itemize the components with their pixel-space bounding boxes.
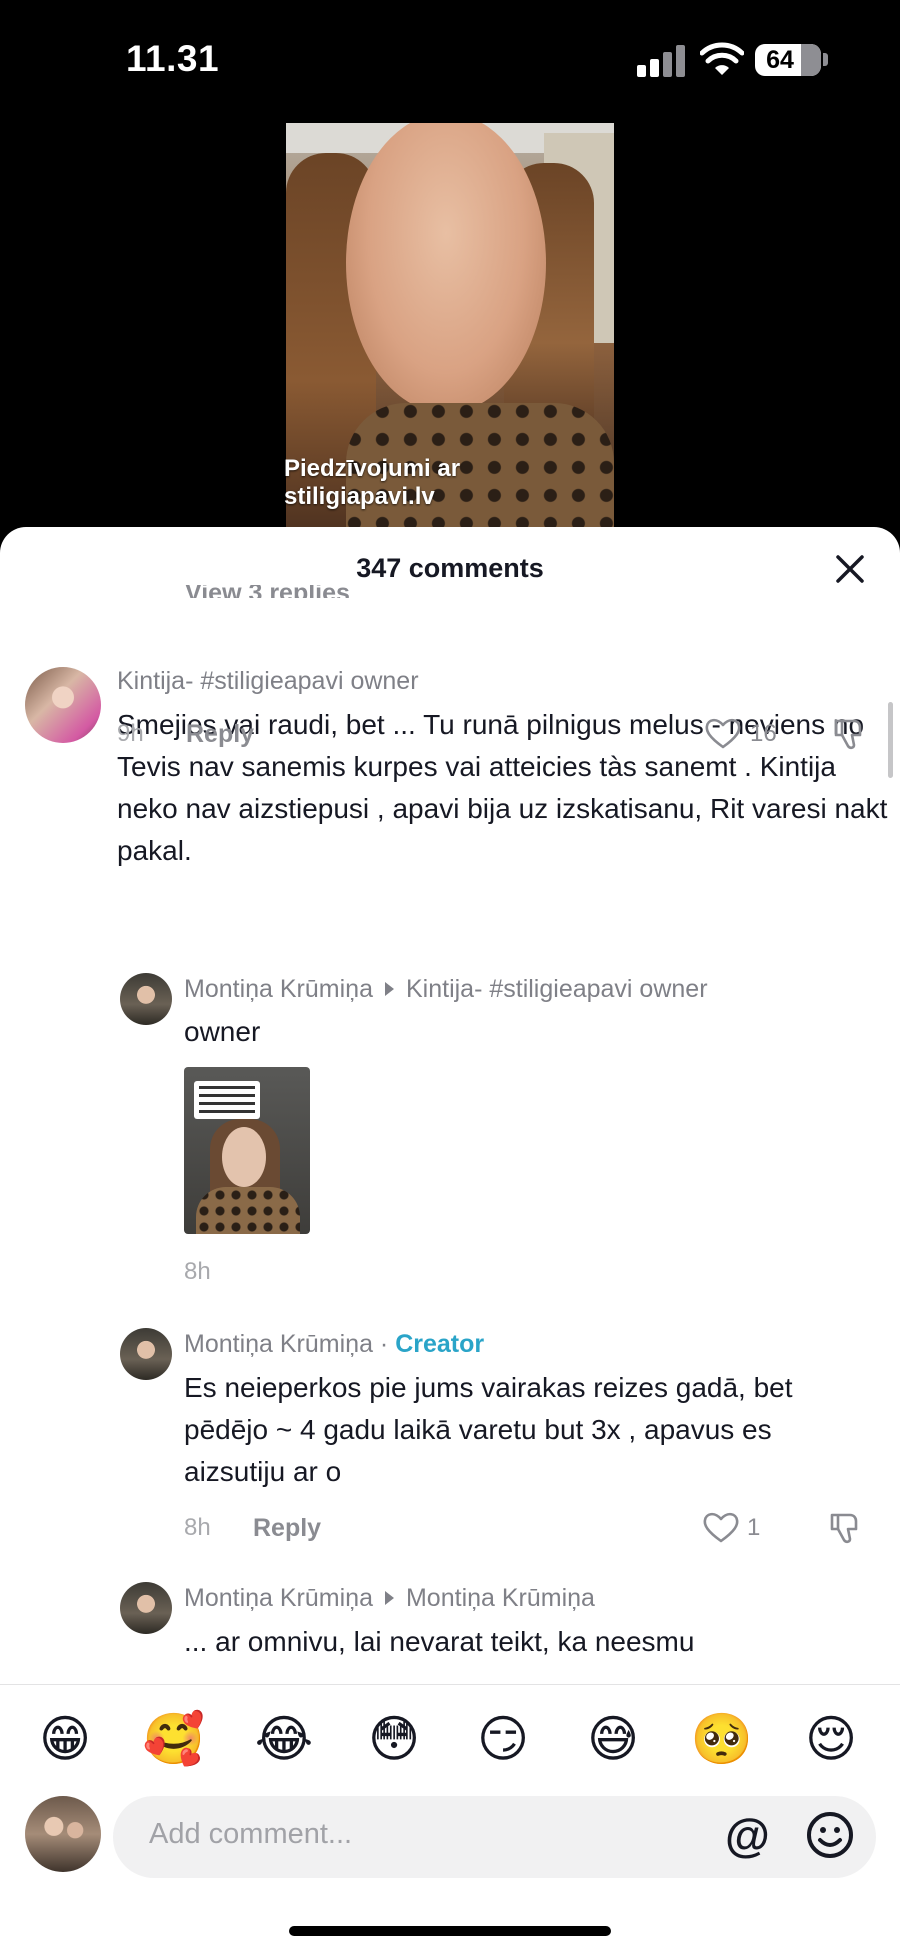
close-icon[interactable] — [830, 549, 870, 589]
wifi-icon — [700, 42, 744, 75]
emoji-flushed-button[interactable]: 😳 — [362, 1709, 426, 1769]
battery-level: 64 — [766, 46, 794, 74]
video-caption: Piedzīvojumi ar stiligiapavi.lv — [284, 455, 460, 511]
home-indicator[interactable] — [289, 1926, 611, 1936]
reply-author[interactable]: Montiņa Krūmiņa · Creator — [184, 1330, 484, 1359]
comment-input-placeholder: Add comment... — [149, 1818, 353, 1850]
dislike-icon[interactable] — [828, 1511, 862, 1545]
comment-time: 8h — [184, 1258, 211, 1285]
avatar[interactable] — [25, 667, 101, 743]
battery-icon: 64 — [755, 44, 821, 76]
battery-tip — [823, 53, 828, 66]
dislike-icon[interactable] — [832, 717, 866, 751]
comment-input[interactable]: Add comment... @ — [113, 1796, 876, 1878]
reply-author[interactable]: Montiņa Krūmiņa Montiņa Krūmiņa — [184, 1584, 595, 1613]
view-replies-clipped[interactable]: View 3 replies — [185, 585, 350, 598]
like-count: 1 — [747, 1514, 761, 1541]
avatar[interactable] — [120, 973, 172, 1025]
reply-author-name[interactable]: Montiņa Krūmiņa — [184, 975, 373, 1003]
attached-video-thumbnail[interactable] — [184, 1067, 310, 1234]
like-count: 16 — [750, 720, 777, 747]
status-time: 11.31 — [126, 38, 220, 79]
emoji-quick-bar: 😁 🥰 😂 😳 😏 😅 🥺 😌 — [0, 1684, 900, 1796]
heart-icon[interactable] — [705, 717, 741, 749]
comments-count-title: 347 comments — [356, 553, 544, 583]
comment-author[interactable]: Kintija- #stiligieapavi owner — [117, 667, 419, 696]
reply-to-name[interactable]: Montiņa Krūmiņa — [406, 1584, 595, 1612]
reply-arrow-icon — [384, 982, 394, 996]
reply-arrow-icon — [384, 1591, 394, 1605]
reply-author-name[interactable]: Montiņa Krūmiņa — [184, 1584, 373, 1612]
emoji-smirk-button[interactable]: 😏 — [471, 1709, 535, 1769]
comment-text: owner — [184, 1016, 261, 1047]
emoji-relieved-button[interactable]: 😌 — [799, 1709, 863, 1769]
comment-text: ... ar omnivu, lai nevarat teikt, ka nee… — [184, 1626, 695, 1657]
reply-to-name[interactable]: Kintija- #stiligieapavi owner — [406, 975, 708, 1003]
comment-text: Es neieperkos pie jums vairakas reizes g… — [184, 1372, 793, 1487]
reply-button[interactable]: Reply — [186, 720, 254, 749]
emoji-icon[interactable] — [805, 1810, 855, 1860]
reply-author[interactable]: Montiņa Krūmiņa Kintija- #stiligieapavi o… — [184, 975, 708, 1004]
avatar — [25, 1796, 101, 1872]
creator-badge: Creator — [395, 1330, 485, 1358]
emoji-pleading-button[interactable]: 🥺 — [690, 1709, 754, 1769]
emoji-sweat-smile-button[interactable]: 😅 — [581, 1709, 645, 1769]
video-caption-line2: stiligiapavi.lv — [284, 483, 435, 510]
reply-author-name[interactable]: Montiņa Krūmiņa — [184, 1330, 373, 1358]
video-caption-line1: Piedzīvojumi ar — [284, 455, 461, 482]
status-bar: 11.31 64 — [0, 0, 900, 110]
comment-time: 8h — [184, 1514, 211, 1541]
heart-icon[interactable] — [703, 1511, 739, 1543]
emoji-joy-button[interactable]: 😂 — [252, 1709, 316, 1769]
signal-icon — [637, 45, 685, 77]
emoji-hearts-button[interactable]: 🥰 — [142, 1709, 206, 1769]
avatar[interactable] — [120, 1582, 172, 1634]
comment-input-row: Add comment... @ — [0, 1796, 900, 1951]
comment-time: 9h — [117, 720, 144, 747]
mention-icon[interactable]: @ — [725, 1808, 770, 1862]
avatar[interactable] — [120, 1328, 172, 1380]
reply-button[interactable]: Reply — [253, 1514, 321, 1543]
emoji-grin-button[interactable]: 😁 — [33, 1709, 97, 1769]
